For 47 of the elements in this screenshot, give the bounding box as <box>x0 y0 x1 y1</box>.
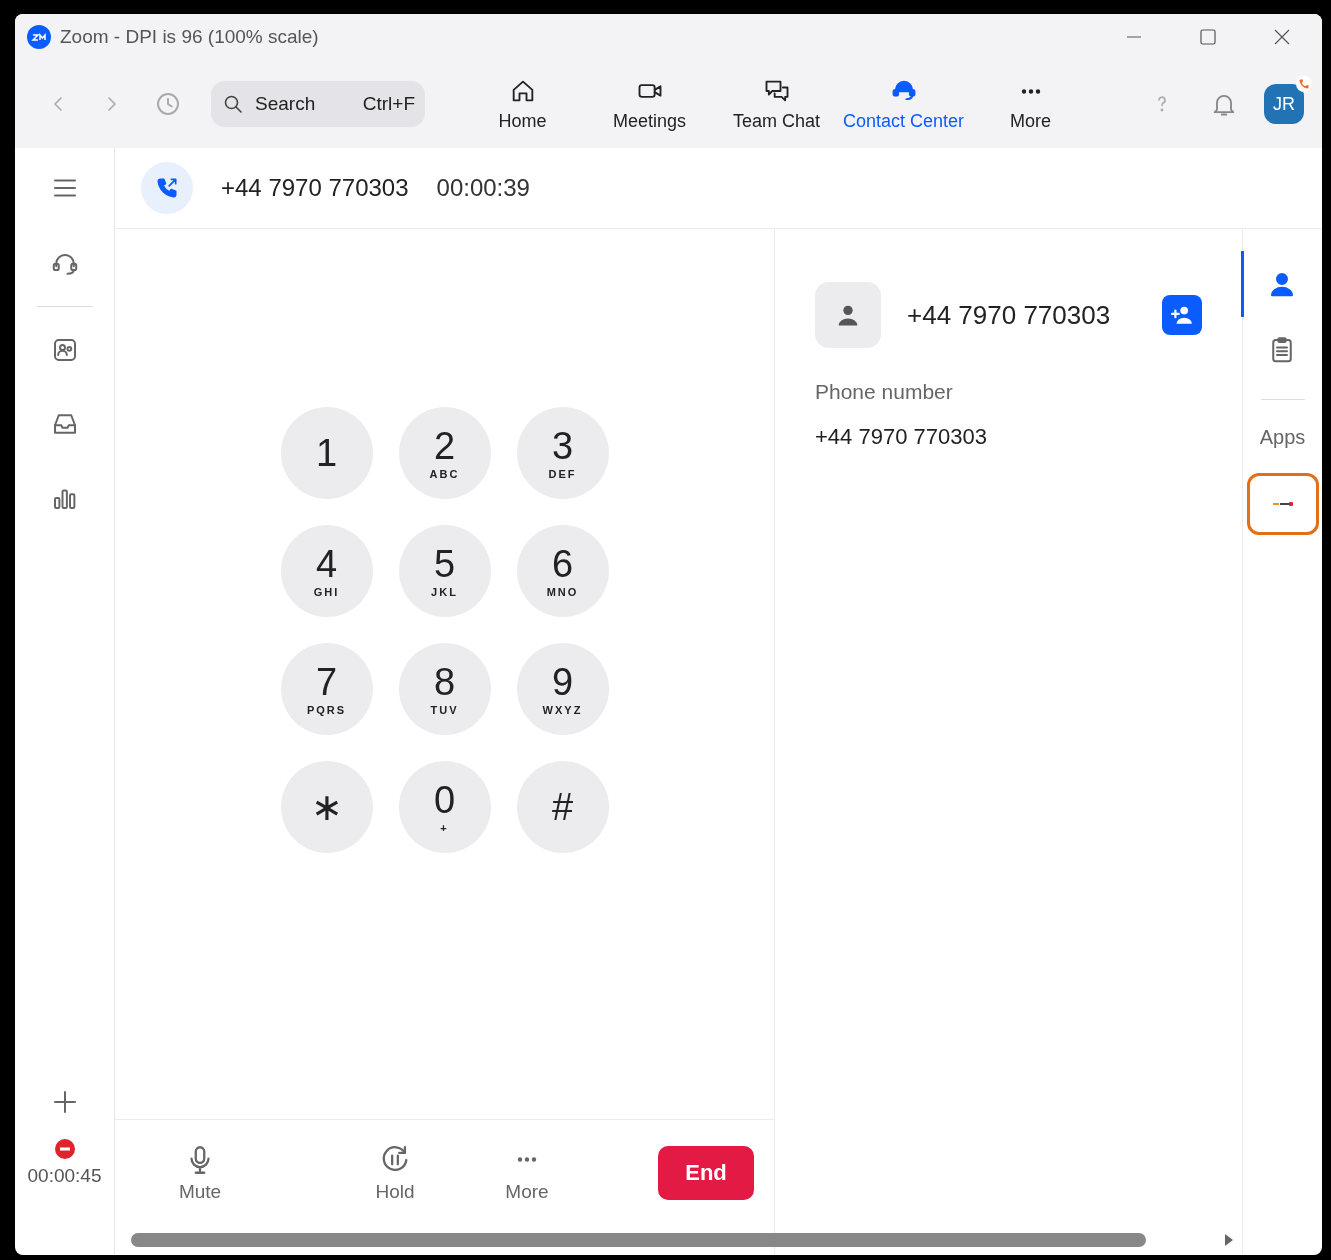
contact-avatar <box>815 282 881 348</box>
nav-tab[interactable]: Home <box>459 71 586 137</box>
keypad-key[interactable]: 7 PQRS <box>280 643 373 735</box>
keypad-key[interactable]: 1 <box>280 407 373 499</box>
keypad-key[interactable]: 8 TUV <box>398 643 491 735</box>
keypad-key[interactable]: 3 DEF <box>516 407 609 499</box>
keypad-key[interactable]: 4 GHI <box>280 525 373 617</box>
maximize-icon[interactable] <box>1198 27 1218 47</box>
keyboard-shortcut: Ctrl+F <box>362 93 415 115</box>
call-status-icon <box>141 162 193 214</box>
phone-badge-icon <box>1296 76 1312 92</box>
keypad-key[interactable]: # <box>516 761 609 853</box>
contact-name: +44 7970 770303 <box>907 299 1111 331</box>
nav-tab[interactable]: More <box>967 71 1094 137</box>
app-button[interactable] <box>1246 473 1319 535</box>
keypad-key[interactable]: 9 WXYZ <box>516 643 609 735</box>
keypad-key[interactable]: ∗ <box>280 761 373 853</box>
search-field[interactable]: Search <box>253 92 347 116</box>
apps-label: Apps <box>1259 426 1306 449</box>
keypad-key[interactable]: 5 JKL <box>398 525 491 617</box>
keypad-key[interactable]: 0 + <box>398 761 491 853</box>
more-icon <box>1020 88 1041 94</box>
nav-tab[interactable]: Contact Center <box>840 71 967 137</box>
window-title: Zoom - DPI is 96 (100% scale) <box>60 26 319 48</box>
app-logo-icon <box>27 25 51 49</box>
add-contact-button[interactable] <box>1162 295 1202 335</box>
field-label: Phone number <box>815 380 954 404</box>
end-call-button[interactable]: End <box>658 1145 754 1200</box>
keypad-key[interactable]: 2 ABC <box>398 407 491 499</box>
call-duration: 00:00:39 <box>436 174 530 202</box>
caller-number: +44 7970 770303 <box>221 174 409 202</box>
call-control-button[interactable]: Mute <box>155 1142 245 1203</box>
keypad-key[interactable]: 6 MNO <box>516 525 609 617</box>
busy-status-icon <box>54 1139 75 1159</box>
nav-tab[interactable]: Team Chat <box>713 71 840 137</box>
avatar[interactable]: JR <box>1264 84 1304 124</box>
close-icon[interactable] <box>1272 27 1292 47</box>
call-timer: 00:00:45 <box>27 1165 102 1187</box>
call-control-button[interactable]: Hold <box>350 1142 440 1203</box>
more-icon <box>517 1156 537 1162</box>
add-person-icon <box>1171 305 1193 325</box>
nav-tab[interactable]: Meetings <box>586 71 713 137</box>
call-control-button[interactable]: More <box>482 1142 572 1203</box>
app-logo-icon <box>1271 501 1294 507</box>
scroll-right-icon[interactable] <box>1224 1234 1234 1246</box>
field-value: +44 7970 770303 <box>815 424 988 450</box>
scrollbar-thumb[interactable] <box>131 1233 1146 1247</box>
